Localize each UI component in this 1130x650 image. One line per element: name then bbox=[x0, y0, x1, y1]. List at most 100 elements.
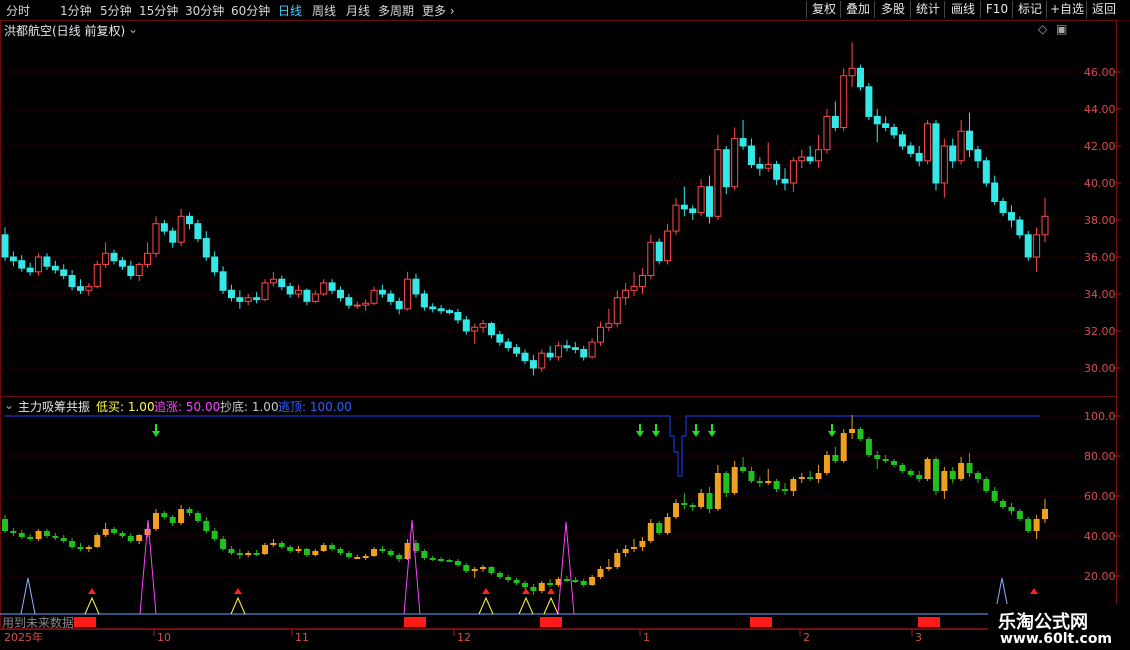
indicator-bar bbox=[480, 567, 487, 569]
candle-body bbox=[513, 347, 521, 354]
indicator-bar bbox=[547, 583, 554, 585]
indicator-bar bbox=[77, 547, 84, 549]
indicator-bar bbox=[966, 463, 973, 473]
indicator-bar bbox=[865, 439, 872, 455]
indicator-bar bbox=[580, 581, 587, 585]
candle-body bbox=[680, 204, 688, 210]
date-tick-label: 1 bbox=[643, 631, 650, 644]
low-buy-triangle bbox=[478, 596, 494, 615]
indicator-bar bbox=[1025, 519, 1032, 531]
indicator-bar bbox=[421, 551, 428, 558]
green-down-arrow bbox=[692, 431, 700, 437]
candle-body bbox=[186, 215, 194, 225]
candle-body bbox=[311, 293, 319, 302]
price-tick-label: 30.00 bbox=[1084, 362, 1116, 375]
indicator-bar bbox=[488, 567, 495, 573]
indicator-bar bbox=[211, 531, 218, 539]
candle-body bbox=[655, 241, 663, 262]
indicator-bar bbox=[60, 538, 67, 541]
indicator-bar bbox=[303, 549, 310, 555]
green-down-arrow bbox=[636, 431, 644, 437]
indicator-bar bbox=[589, 577, 596, 585]
watermark-logo: 乐淘公式网 www.60lt.com bbox=[988, 604, 1130, 650]
candle-body bbox=[253, 297, 261, 301]
candle-body bbox=[638, 275, 646, 288]
indicator-tick-label: 20.00 bbox=[1084, 570, 1116, 583]
date-tick-label: 2025年 bbox=[4, 630, 43, 644]
candle-body bbox=[689, 208, 697, 214]
candle-body bbox=[848, 67, 856, 77]
candle-body bbox=[1024, 234, 1032, 258]
indicator-bar bbox=[689, 505, 696, 507]
indicator-bar bbox=[371, 549, 378, 556]
indicator-bar bbox=[874, 455, 881, 459]
candle-body bbox=[949, 145, 957, 162]
price-tick-label: 46.00 bbox=[1084, 66, 1116, 79]
candle-body bbox=[479, 323, 487, 328]
candle-body bbox=[831, 115, 839, 129]
candle-body bbox=[529, 360, 537, 369]
red-up-arrow bbox=[522, 588, 530, 594]
indicator-bar bbox=[1016, 511, 1023, 519]
candle-body bbox=[1, 234, 9, 258]
candle-body bbox=[336, 289, 344, 299]
indicator-bar bbox=[69, 541, 76, 547]
candle-body bbox=[211, 256, 219, 273]
indicator-bar bbox=[656, 523, 663, 533]
candle-body bbox=[555, 345, 563, 358]
indicator-bar bbox=[85, 547, 92, 549]
indicator-bar bbox=[723, 473, 730, 493]
indicator-bar bbox=[832, 455, 839, 461]
indicator-bar bbox=[312, 551, 319, 555]
candle-body bbox=[1041, 215, 1049, 236]
indicator-bar bbox=[563, 579, 570, 581]
kline-chart[interactable]: 46.00 44.00 42.00 40.00 38.00 36.00 34.00 32.00… bbox=[0, 0, 1130, 650]
candle-body bbox=[882, 123, 890, 129]
indicator-bar bbox=[891, 461, 898, 465]
indicator-bar bbox=[52, 536, 59, 538]
candle-body bbox=[991, 182, 999, 202]
candle-body bbox=[982, 160, 990, 184]
indicator-bar bbox=[396, 555, 403, 559]
indicator-bar bbox=[597, 569, 604, 577]
low-buy-triangle bbox=[518, 596, 534, 615]
red-signal-block bbox=[404, 617, 426, 627]
candle-body bbox=[387, 293, 395, 302]
indicator-bar bbox=[1042, 509, 1048, 519]
chase-signal-spike bbox=[403, 519, 421, 615]
candle-body bbox=[957, 130, 965, 162]
candle-body bbox=[756, 164, 764, 169]
candle-body bbox=[303, 289, 311, 302]
indicator-bar bbox=[152, 513, 159, 529]
candle-body bbox=[747, 145, 755, 165]
low-buy-triangle bbox=[230, 596, 246, 615]
indicator-tick-label: 100.0 bbox=[1084, 410, 1116, 423]
candle-body bbox=[462, 319, 470, 332]
candle-body bbox=[856, 67, 864, 88]
candle-body bbox=[135, 263, 143, 276]
escape-top-line bbox=[5, 415, 1040, 477]
indicator-bar bbox=[119, 533, 126, 536]
watermark-line2: www.60lt.com bbox=[1000, 631, 1113, 647]
indicator-bar bbox=[882, 459, 889, 461]
candle-body bbox=[789, 160, 797, 184]
indicator-bar bbox=[169, 517, 176, 523]
indicator-bar bbox=[228, 549, 235, 553]
candle-body bbox=[320, 282, 328, 295]
candle-body bbox=[420, 293, 428, 308]
candle-body bbox=[35, 256, 43, 273]
indicator-bar bbox=[1000, 501, 1007, 507]
candle-body bbox=[236, 297, 244, 302]
indicator-tick-label: 80.00 bbox=[1084, 450, 1116, 463]
indicator-bar bbox=[647, 523, 654, 541]
candle-body bbox=[915, 152, 923, 162]
indicator-bar bbox=[10, 531, 17, 533]
indicator-panel-frame bbox=[0, 396, 1117, 629]
candle-body bbox=[647, 241, 655, 276]
candle-body bbox=[823, 115, 831, 151]
candle-body bbox=[731, 138, 739, 188]
candle-body bbox=[815, 149, 823, 162]
indicator-bar bbox=[958, 463, 965, 479]
candle-body bbox=[907, 145, 915, 154]
candle-body bbox=[118, 260, 126, 267]
